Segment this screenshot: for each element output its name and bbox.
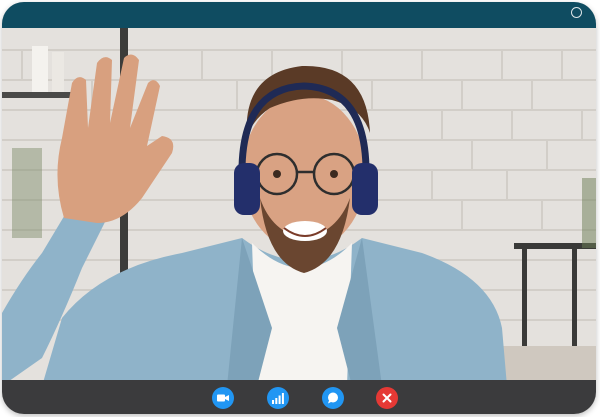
title-bar <box>2 2 596 28</box>
chat-button[interactable] <box>322 387 344 409</box>
signal-bars-icon <box>272 392 284 404</box>
signal-button[interactable] <box>267 387 289 409</box>
end-call-button[interactable] <box>376 387 398 409</box>
shelf <box>2 92 72 98</box>
call-controls-bar <box>2 380 596 414</box>
video-feed <box>2 28 596 386</box>
window-indicator-icon <box>571 7 582 18</box>
video-call-window <box>2 2 596 414</box>
close-icon <box>382 393 392 403</box>
video-camera-icon <box>217 394 229 402</box>
camera-button[interactable] <box>212 387 234 409</box>
video-frame <box>2 28 596 386</box>
chat-bubble-icon <box>328 392 338 404</box>
